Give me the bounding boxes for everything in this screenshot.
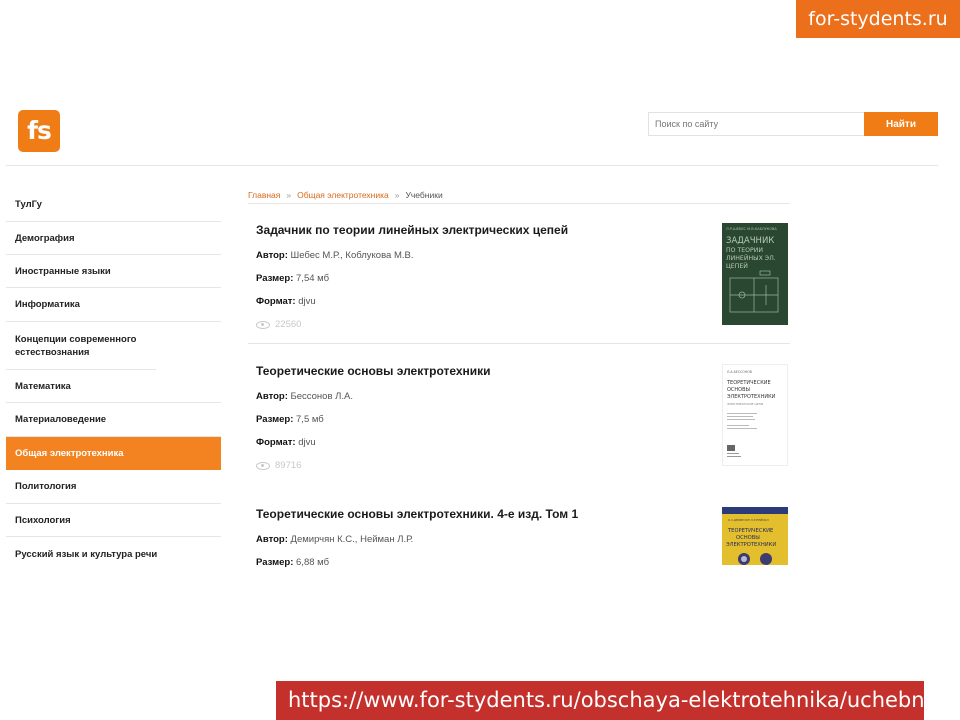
sidebar-item-label: Политология [15, 481, 77, 492]
svg-text:ОСНОВЫ: ОСНОВЫ [727, 387, 750, 393]
book-author: Автор: Бессонов Л.А. [256, 391, 353, 402]
svg-text:ОСНОВЫ: ОСНОВЫ [736, 535, 760, 541]
sidebar-item-label: Материаловедение [15, 414, 107, 425]
book-cover-art: К.С.ДЕМИРЧЯН Л.Р.НЕЙМАН ТЕОРЕТИЧЕСКИЕ ОС… [722, 507, 788, 565]
book-list: Главная » Общая электротехника » Учебники За… [248, 190, 790, 567]
author-value: Демирчян К.С., Нейман Л.Р. [290, 534, 414, 545]
book-title-link[interactable]: Задачник по теории линейных электрически… [256, 223, 568, 237]
size-value: 6,88 мб [296, 557, 330, 567]
book-cover-image[interactable]: Л.А.БЕССОНОВ ТЕОРЕТИЧЕСКИЕ ОСНОВЫ ЭЛЕКТР… [722, 364, 788, 466]
sidebar-item-natural-science[interactable]: Концепции современного естествознания [6, 322, 156, 370]
format-value: djvu [298, 296, 316, 307]
book-cover-image[interactable]: Л.Р.ШЕБЕС М.В.КАБЛУКОВА ЗАДАЧНИК ПО ТЕОР… [722, 223, 788, 325]
views-count: 89716 [275, 460, 302, 471]
svg-text:Л.А.БЕССОНОВ: Л.А.БЕССОНОВ [727, 370, 752, 374]
sidebar-item-psychology[interactable]: Психология [6, 504, 221, 537]
page-url-caption: https://www.for-stydents.ru/obschaya-ele… [276, 681, 924, 720]
sidebar-item-label: Общая электротехника [15, 447, 124, 459]
breadcrumb-home-link[interactable]: Главная [248, 190, 280, 200]
sidebar-item-informatics[interactable]: Информатика [6, 288, 221, 322]
book-item: Теоретические основы электротехники. 4-е… [248, 507, 790, 567]
format-label: Формат: [256, 296, 296, 307]
svg-text:ТЕОРЕТИЧЕСКИЕ: ТЕОРЕТИЧЕСКИЕ [727, 528, 773, 534]
svg-text:ЭЛЕКТРОТЕХНИКИ: ЭЛЕКТРОТЕХНИКИ [726, 542, 776, 548]
sidebar-item-label: Математика [15, 380, 71, 392]
sidebar-item-materials-science[interactable]: Материаловедение [6, 403, 221, 437]
eye-icon [256, 320, 270, 329]
svg-text:К.С.ДЕМИРЧЯН Л.Р.НЕЙМАН: К.С.ДЕМИРЧЯН Л.Р.НЕЙМАН [728, 517, 769, 522]
author-value: Бессонов Л.А. [290, 391, 353, 402]
views-count: 22560 [275, 319, 302, 330]
sidebar-item-general-electrotechnics[interactable]: Общая электротехника [6, 437, 221, 470]
size-label: Размер: [256, 273, 294, 284]
book-format: Формат: djvu [256, 296, 316, 307]
sidebar-item-label: Психология [15, 514, 71, 526]
book-cover-image[interactable]: К.С.ДЕМИРЧЯН Л.Р.НЕЙМАН ТЕОРЕТИЧЕСКИЕ ОС… [722, 507, 788, 565]
book-views: 89716 [256, 460, 301, 471]
sidebar-item-demography[interactable]: Демография [6, 222, 221, 255]
sidebar-item-political-science[interactable]: Политология [6, 470, 221, 504]
svg-text:ЦЕПЕЙ: ЦЕПЕЙ [726, 261, 748, 270]
svg-text:ТЕОРЕТИЧЕСКИЕ: ТЕОРЕТИЧЕСКИЕ [726, 380, 771, 386]
sidebar-item-tulgu[interactable]: ТулГу [6, 187, 221, 222]
size-label: Размер: [256, 557, 294, 567]
author-value: Шебес М.Р., Коблукова М.В. [290, 250, 414, 261]
site-brand-badge: for-stydents.ru [796, 0, 960, 38]
sidebar-item-russian-language[interactable]: Русский язык и культура речи [6, 537, 221, 571]
site-header: fs Найти [6, 108, 938, 166]
breadcrumb-current: Учебники [405, 190, 443, 200]
eye-icon [256, 461, 270, 470]
category-sidebar: ТулГу Демография Иностранные языки Инфор… [6, 187, 221, 571]
svg-text:ЛИНЕЙНЫХ ЭЛ.: ЛИНЕЙНЫХ ЭЛ. [726, 253, 776, 262]
author-label: Автор: [256, 391, 288, 402]
sidebar-item-label: Информатика [15, 299, 80, 310]
size-value: 7,5 мб [296, 414, 324, 425]
breadcrumb-separator: » [286, 190, 292, 200]
sidebar-item-label: Демография [15, 232, 75, 244]
book-size: Размер: 7,5 мб [256, 414, 324, 425]
breadcrumb: Главная » Общая электротехника » Учебники [248, 190, 790, 204]
book-size: Размер: 6,88 мб [256, 557, 329, 567]
search-button[interactable]: Найти [864, 112, 938, 136]
book-author: Автор: Шебес М.Р., Коблукова М.В. [256, 250, 413, 261]
sidebar-item-label: Русский язык и культура речи [15, 548, 158, 560]
format-value: djvu [298, 437, 316, 448]
svg-text:ПО ТЕОРИИ: ПО ТЕОРИИ [726, 247, 763, 254]
book-item: Задачник по теории линейных электрически… [248, 223, 790, 343]
sidebar-item-mathematics[interactable]: Математика [6, 370, 221, 403]
format-label: Формат: [256, 437, 296, 448]
author-label: Автор: [256, 534, 288, 545]
book-format: Формат: djvu [256, 437, 316, 448]
search-input[interactable] [648, 112, 864, 136]
breadcrumb-separator: » [394, 190, 400, 200]
book-size: Размер: 7,54 мб [256, 273, 329, 284]
book-title-link[interactable]: Теоретические основы электротехники [256, 364, 491, 378]
book-title-link[interactable]: Теоретические основы электротехники. 4-е… [256, 507, 578, 521]
size-label: Размер: [256, 414, 294, 425]
svg-text:ЗАДАЧНИК: ЗАДАЧНИК [726, 236, 774, 246]
author-label: Автор: [256, 250, 288, 261]
svg-text:Л.Р.ШЕБЕС М.В.КАБЛУКОВА: Л.Р.ШЕБЕС М.В.КАБЛУКОВА [726, 227, 777, 231]
size-value: 7,54 мб [296, 273, 330, 284]
book-cover-art: Л.А.БЕССОНОВ ТЕОРЕТИЧЕСКИЕ ОСНОВЫ ЭЛЕКТР… [723, 365, 787, 465]
site-logo[interactable]: fs [18, 110, 60, 152]
book-item: Теоретические основы электротехники Авто… [248, 364, 790, 484]
sidebar-item-label: Концепции современного естествознания [15, 333, 137, 358]
book-author: Автор: Демирчян К.С., Нейман Л.Р. [256, 534, 413, 545]
sidebar-item-label: Иностранные языки [15, 265, 111, 277]
sidebar-item-label: ТулГу [15, 198, 42, 210]
book-cover-art: Л.Р.ШЕБЕС М.В.КАБЛУКОВА ЗАДАЧНИК ПО ТЕОР… [722, 223, 788, 325]
breadcrumb-section-link[interactable]: Общая электротехника [297, 190, 389, 200]
book-views: 22560 [256, 319, 301, 330]
sidebar-item-foreign-languages[interactable]: Иностранные языки [6, 255, 221, 288]
svg-text:ЭЛЕКТРИЧЕСКИЕ ЦЕПИ: ЭЛЕКТРИЧЕСКИЕ ЦЕПИ [727, 402, 763, 406]
svg-text:ЭЛЕКТРОТЕХНИКИ: ЭЛЕКТРОТЕХНИКИ [727, 394, 776, 400]
book-divider [248, 343, 790, 344]
